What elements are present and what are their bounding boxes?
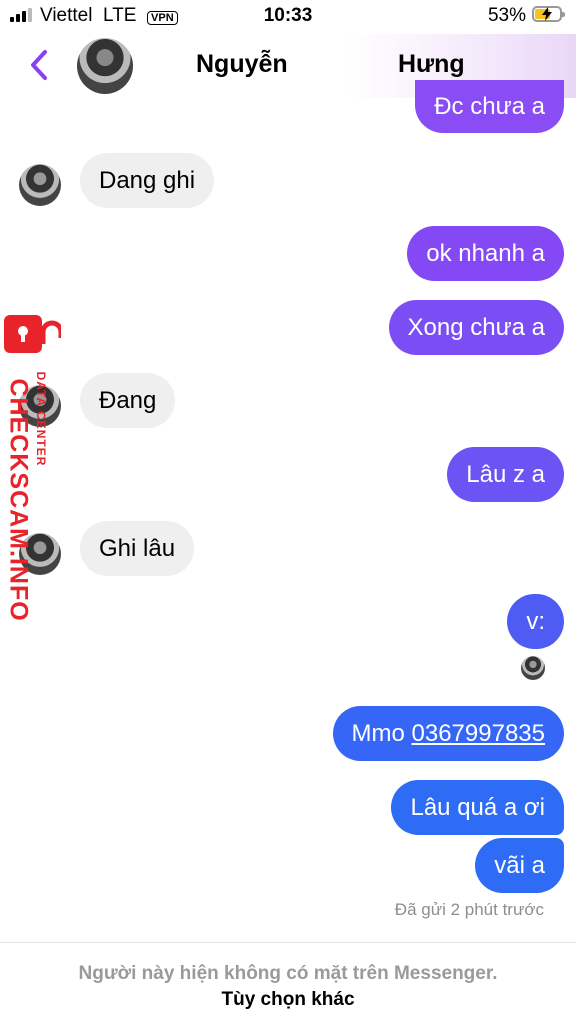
message-bubble-out[interactable]: ok nhanh a	[407, 226, 564, 281]
message-bubble-out[interactable]: Mmo 0367997835	[332, 706, 564, 761]
sender-avatar	[19, 164, 61, 206]
message-bubble-out[interactable]: Lâu z a	[447, 447, 564, 502]
watermark-subtext: DATA CENTER	[34, 371, 48, 467]
lock-icon	[3, 310, 64, 356]
footer-divider	[0, 942, 576, 943]
message-bubble-out[interactable]: Xong chưa a	[388, 300, 564, 355]
message-bubble-out[interactable]: vãi a	[475, 838, 564, 893]
contact-name-first[interactable]: Nguyễn	[196, 50, 288, 79]
battery-percent: 53%	[487, 5, 526, 26]
contact-avatar[interactable]	[77, 38, 133, 94]
message-bubble-out[interactable]: Đc chưa a	[415, 80, 564, 133]
message-bubble-in[interactable]: Dang ghi	[80, 153, 215, 208]
message-bubble-in[interactable]: Đang	[80, 373, 176, 428]
message-text: Mmo	[351, 720, 412, 747]
phone-link[interactable]: 0367997835	[412, 720, 545, 747]
contact-name-last[interactable]: Hưng	[398, 50, 465, 79]
watermark-text: CHECKSCAM.INFO	[4, 378, 33, 622]
battery-icon	[532, 6, 565, 22]
message-bubble-in[interactable]: Ghi lâu	[80, 521, 195, 576]
unavailable-notice: Người này hiện không có mặt trên Messeng…	[78, 963, 498, 984]
back-arrow-icon[interactable]	[26, 48, 54, 82]
message-bubble-out[interactable]: v:	[507, 594, 564, 649]
sent-status: Đã gửi 2 phút trước	[394, 900, 544, 919]
message-bubble-out[interactable]: Lâu quá a ơi	[391, 780, 564, 835]
seen-avatar	[521, 656, 545, 680]
more-options-link[interactable]: Tùy chọn khác	[0, 989, 576, 1011]
status-bar: Viettel LTE VPN 10:33 53%	[0, 0, 576, 34]
